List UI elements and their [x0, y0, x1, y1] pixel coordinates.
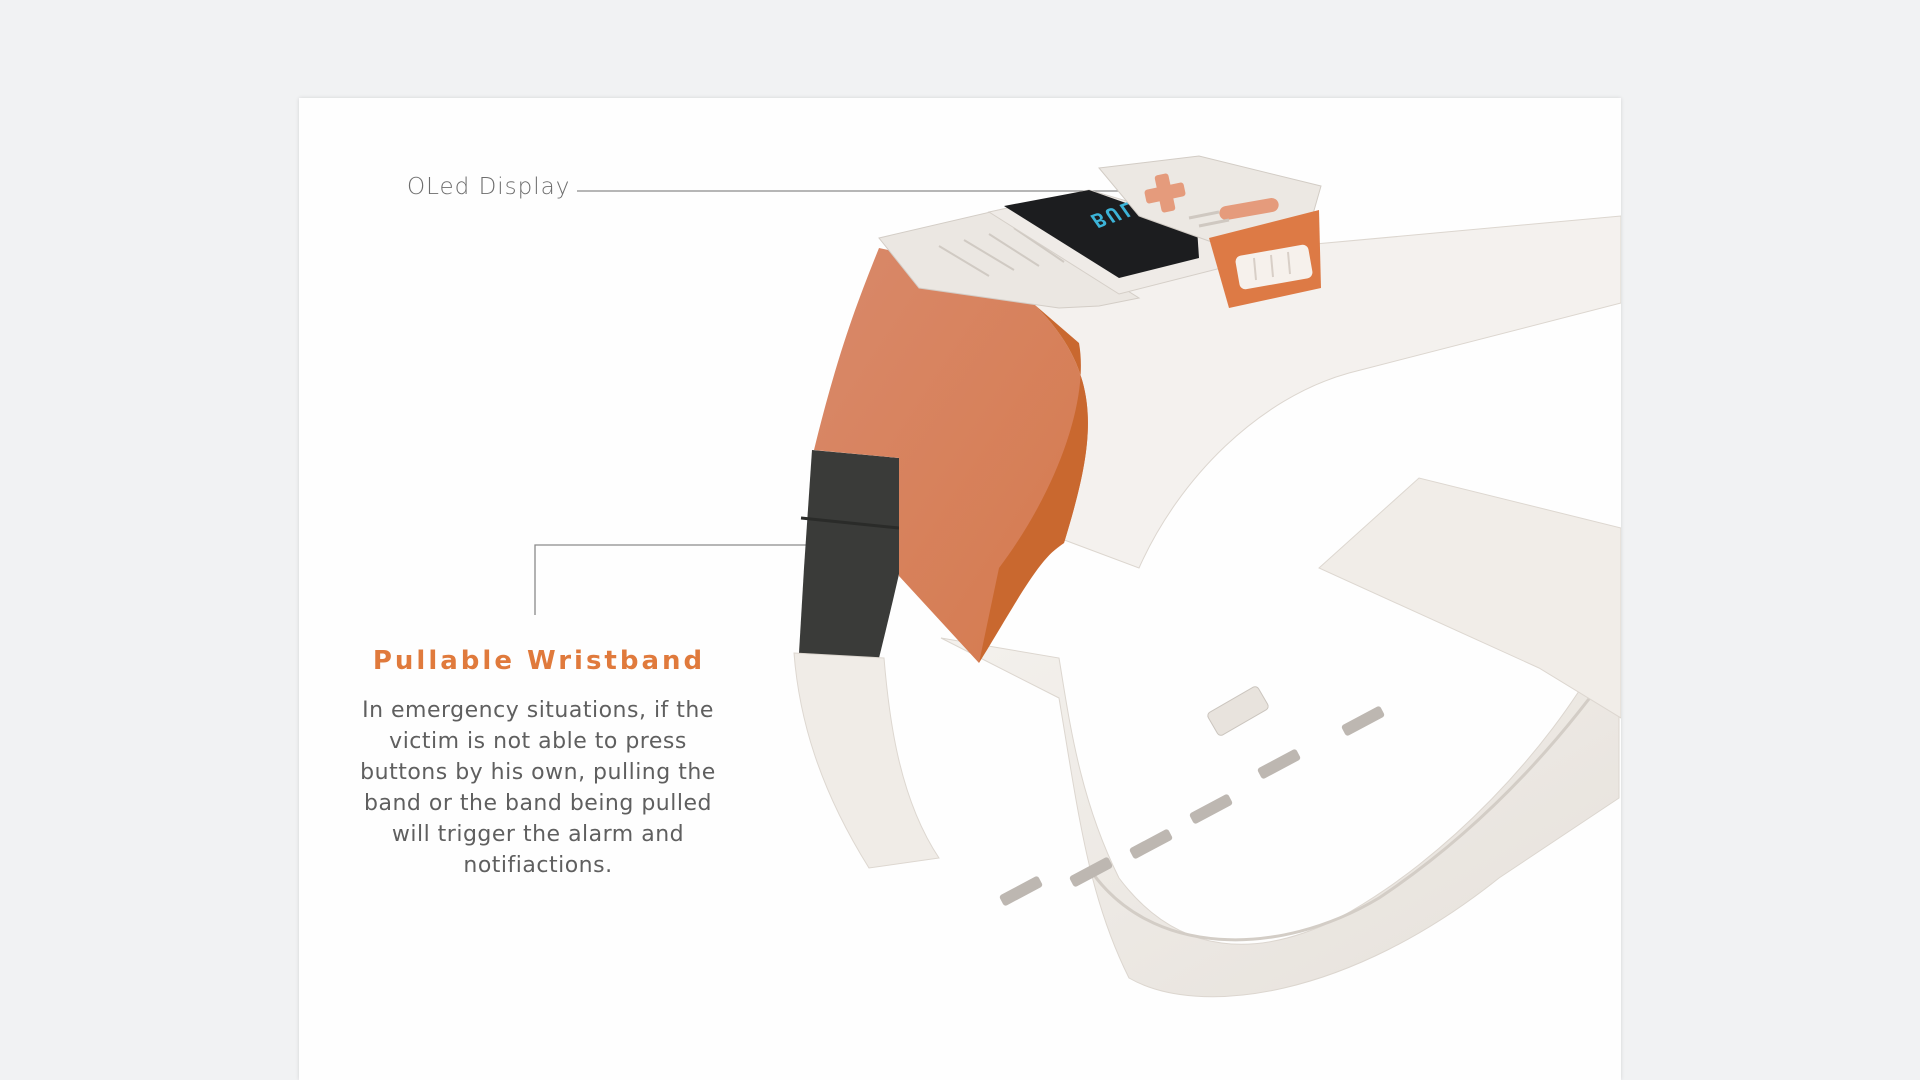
page-sheet: OLed Display Pullable Wristband In emerg…: [299, 98, 1621, 1080]
pull-tab: [799, 450, 899, 658]
strap-holes: [999, 706, 1385, 906]
strap-keeper: [1207, 686, 1269, 736]
pullable-wristband-title: Pullable Wristband: [372, 646, 706, 676]
wristband-product-render: BULLAID: [793, 155, 1621, 998]
lower-strap: [940, 617, 1620, 998]
lower-left-strap: [793, 652, 940, 869]
right-strap-tail: [1318, 477, 1621, 719]
pullable-wristband-description: In emergency situations, if the victim i…: [360, 698, 716, 878]
